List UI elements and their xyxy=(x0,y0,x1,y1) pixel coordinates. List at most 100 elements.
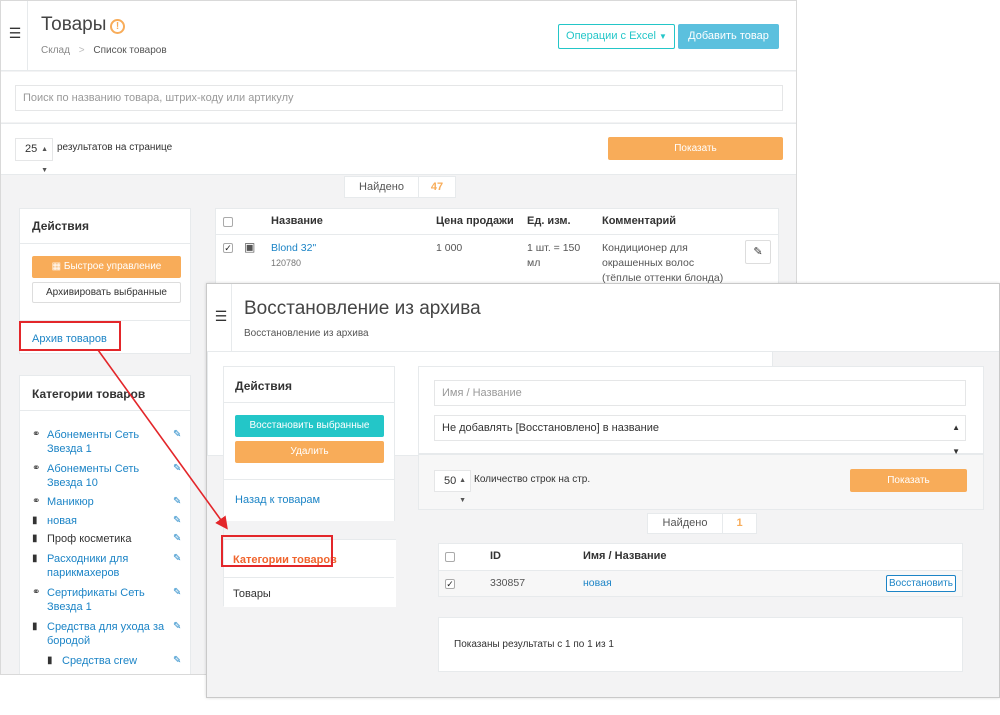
annotation-highlight-archive xyxy=(19,321,121,351)
folder-icon: ▮ xyxy=(32,621,38,632)
select-arrows-icon: ▲ ▼ xyxy=(41,146,48,174)
summary-box: Показаны результаты с 1 по 1 из 1 xyxy=(438,617,963,672)
info-icon[interactable]: ! xyxy=(110,19,125,34)
rename-option-select[interactable]: Не добавлять [Восстановлено] в название ▲… xyxy=(434,415,966,456)
category-line: Абонементы Сеть xyxy=(47,429,140,441)
restore-button[interactable]: Восстановить xyxy=(886,575,956,592)
row-checkbox[interactable]: ✓ xyxy=(223,243,233,253)
page-header xyxy=(1,1,796,71)
link-icon: ⚭ xyxy=(32,587,41,598)
delete-button[interactable]: Удалить xyxy=(235,441,384,463)
edit-icon[interactable]: ✎ xyxy=(173,655,181,666)
edit-icon[interactable]: ✎ xyxy=(173,496,181,507)
edit-icon[interactable]: ✎ xyxy=(173,515,181,526)
add-product-button[interactable]: Добавить товар xyxy=(678,24,779,49)
archive-table: ID Имя / Название ✓ 330857 новая Восстан… xyxy=(438,543,963,597)
unit-line: 1 шт. = 150 xyxy=(527,242,581,254)
category-item[interactable]: Маникюр xyxy=(47,495,94,509)
divider xyxy=(224,577,394,578)
archive-selected-button[interactable]: Архивировать выбранные xyxy=(32,282,181,303)
edit-icon[interactable]: ✎ xyxy=(173,429,181,440)
category-line: Абонементы Сеть xyxy=(47,463,140,475)
comment-line: окрашенных волос xyxy=(602,257,695,269)
page-subtitle: Восстановление из архива xyxy=(244,328,369,339)
column-header-unit[interactable]: Ед. изм. xyxy=(527,215,571,227)
select-all-checkbox[interactable] xyxy=(445,552,455,562)
column-header-id[interactable]: ID xyxy=(490,550,501,562)
header-separator xyxy=(27,1,28,71)
show-button[interactable]: Показать xyxy=(850,469,967,492)
product-name-link[interactable]: Blond 32" xyxy=(271,241,316,256)
goods-item[interactable]: Товары xyxy=(233,588,271,600)
product-unit: 1 шт. = 150 мл xyxy=(527,241,580,271)
category-line: Сертификаты Сеть xyxy=(47,587,145,599)
categories-title: Категории товаров xyxy=(32,387,146,401)
per-page-select[interactable]: 50 ▲ ▼ xyxy=(434,470,471,504)
edit-icon[interactable]: ✎ xyxy=(173,553,181,564)
column-header-price[interactable]: Цена продажи xyxy=(436,215,514,227)
row-checkbox[interactable]: ✓ xyxy=(445,579,455,589)
page-title: Товары xyxy=(41,14,107,35)
actions-title: Действия xyxy=(235,379,293,393)
per-page-label: результатов на странице xyxy=(57,142,173,153)
actions-title: Действия xyxy=(32,219,90,233)
category-line: Звезда 10 xyxy=(47,477,98,489)
product-price: 1 000 xyxy=(436,242,463,254)
search-input[interactable]: Поиск по названию товара, штрих-коду или… xyxy=(15,85,783,111)
category-item[interactable]: Абонементы Сеть Звезда 1 xyxy=(47,428,139,456)
header-separator xyxy=(231,284,232,352)
category-item[interactable]: Абонементы Сеть Звезда 10 xyxy=(47,462,139,490)
category-item[interactable]: Средства для ухода за бородой xyxy=(47,620,164,648)
breadcrumb-root[interactable]: Склад xyxy=(41,45,70,56)
category-item[interactable]: Проф косметика xyxy=(47,532,131,546)
row-name-link[interactable]: новая xyxy=(583,576,612,591)
edit-icon[interactable]: ✎ xyxy=(173,621,181,632)
edit-icon[interactable]: ✎ xyxy=(173,463,181,474)
results-summary: Показаны результаты с 1 по 1 из 1 xyxy=(454,639,614,650)
excel-operations-label: Операции с Excel xyxy=(566,30,656,42)
column-header-name[interactable]: Имя / Название xyxy=(583,550,667,562)
divider xyxy=(224,479,394,480)
edit-icon[interactable]: ✎ xyxy=(173,533,181,544)
category-item[interactable]: Сертификаты Сеть Звезда 1 xyxy=(47,586,145,614)
quick-manage-button[interactable]: ▦ Быстрое управление xyxy=(32,256,181,278)
restore-window: ☰ Восстановление из архива Восстановлени… xyxy=(206,283,1000,698)
category-item[interactable]: Средства crew xyxy=(62,654,137,668)
per-page-select[interactable]: 25 ▲ ▼ xyxy=(15,138,53,174)
breadcrumb: Склад > Список товаров xyxy=(41,45,167,56)
category-line: бородой xyxy=(47,635,91,647)
select-arrows-icon: ▲ ▼ xyxy=(459,477,466,504)
category-item[interactable]: новая xyxy=(47,514,77,528)
divider xyxy=(216,234,778,235)
column-header-name[interactable]: Название xyxy=(271,215,323,227)
name-input[interactable]: Имя / Название xyxy=(434,380,966,406)
restore-selected-button[interactable]: Восстановить выбранные xyxy=(235,415,384,437)
select-all-checkbox[interactable] xyxy=(223,217,233,227)
product-box-icon: ▣ xyxy=(244,240,256,254)
caret-down-icon: ▼ xyxy=(659,32,667,41)
back-to-products-link[interactable]: Назад к товарам xyxy=(235,494,320,506)
breadcrumb-current: Список товаров xyxy=(93,45,167,56)
pencil-icon: ✎ xyxy=(753,246,763,258)
edit-icon[interactable]: ✎ xyxy=(173,587,181,598)
table-row: ✓ 330857 новая Восстановить xyxy=(439,571,962,596)
category-line: парикмахеров xyxy=(47,567,120,579)
unit-line: мл xyxy=(527,257,541,269)
menu-icon[interactable]: ☰ xyxy=(1,25,29,42)
folder-icon: ▮ xyxy=(32,515,38,526)
category-line: Средства для ухода за xyxy=(47,621,165,633)
divider xyxy=(20,243,190,244)
breadcrumb-separator: > xyxy=(78,45,85,56)
comment-line: Кондиционер для xyxy=(602,242,688,254)
folder-icon: ▮ xyxy=(32,533,38,544)
divider xyxy=(224,402,394,403)
category-item[interactable]: Расходники для парикмахеров xyxy=(47,552,128,580)
found-count: 47 xyxy=(418,176,456,198)
excel-operations-button[interactable]: Операции с Excel ▼ xyxy=(558,24,675,49)
annotation-highlight-categories xyxy=(221,535,333,567)
per-page-value: 25 xyxy=(25,143,38,155)
column-header-comment[interactable]: Комментарий xyxy=(602,215,676,227)
edit-product-button[interactable]: ✎ xyxy=(745,240,771,264)
show-button[interactable]: Показать xyxy=(608,137,783,160)
row-id: 330857 xyxy=(490,577,526,589)
